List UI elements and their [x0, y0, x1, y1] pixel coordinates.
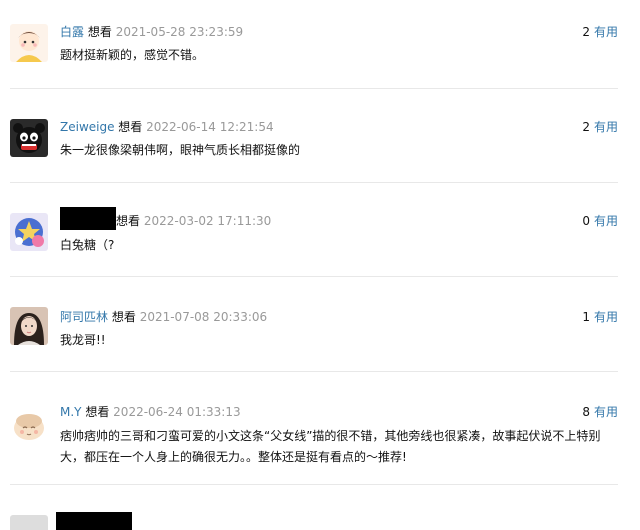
divider: [10, 484, 618, 485]
comment-time: 2022-03-02 17:11:30: [143, 214, 272, 228]
comment-meta: 阿司匹林 想看 2021-07-08 20:33:06: [60, 309, 267, 325]
useful-button[interactable]: 有用: [594, 214, 618, 228]
avatar[interactable]: [10, 213, 48, 251]
redacted-user-name: [60, 207, 116, 230]
comment-time: 2021-07-08 20:33:06: [139, 310, 268, 324]
useful-count: 2: [582, 120, 590, 134]
user-name[interactable]: 白露: [60, 25, 84, 39]
comment-text: 题材挺新颖的，感觉不错。: [60, 48, 205, 62]
vote-area: 0 有用: [582, 213, 618, 229]
comment-item: 想看 2022-03-02 17:11:30 0 有用 白兔糖（?: [0, 189, 640, 284]
vote-area: 2 有用: [582, 119, 618, 135]
useful-button[interactable]: 有用: [594, 310, 618, 324]
comment-item: 白露 想看 2021-05-28 23:23:59 2 有用 题材挺新颖的，感觉不…: [0, 0, 640, 95]
user-name[interactable]: 阿司匹林: [60, 310, 108, 324]
useful-count: 2: [582, 25, 590, 39]
comment-text: 朱一龙很像梁朝伟啊，眼神气质长相都挺像的: [60, 143, 301, 157]
useful-button[interactable]: 有用: [594, 120, 618, 134]
avatar[interactable]: [10, 307, 48, 345]
avatar[interactable]: [10, 515, 48, 530]
comment-item: Zeiweige 想看 2022-06-14 12:21:54 2 有用 朱一龙很…: [0, 95, 640, 190]
divider: [10, 371, 618, 372]
comment-meta: M.Y 想看 2022-06-24 01:33:13: [60, 404, 241, 420]
comment-meta: 白露 想看 2021-05-28 23:23:59: [60, 24, 243, 40]
comment-text: 白兔糖（?: [60, 238, 115, 252]
divider: [10, 276, 618, 277]
avatar[interactable]: [10, 407, 48, 445]
action-label: 想看: [118, 120, 143, 134]
comment-time: 2021-05-28 23:23:59: [115, 25, 244, 39]
comment-item: M.Y 想看 2022-06-24 01:33:13 8 有用 痞帅痞帅的三哥和刁…: [0, 379, 640, 489]
vote-area: 2 有用: [582, 24, 618, 40]
divider: [10, 88, 618, 89]
vote-area: 1 有用: [582, 309, 618, 325]
comment-text: 痞帅痞帅的三哥和刁蛮可爱的小文这条“父女线”描的很不错，其他旁线也很紧凑，故事起…: [60, 429, 601, 464]
comment-meta: Zeiweige 想看 2022-06-14 12:21:54: [60, 119, 274, 135]
useful-count: 8: [582, 405, 590, 419]
comment-item: 阿司匹林 想看 2021-07-08 20:33:06 1 有用 我龙哥!!: [0, 284, 640, 379]
avatar[interactable]: [10, 119, 48, 157]
comment-text: 我龙哥!!: [60, 333, 106, 347]
action-label: 想看: [111, 310, 136, 324]
comment-time: 2022-06-14 12:21:54: [146, 120, 274, 134]
useful-button[interactable]: 有用: [594, 405, 618, 419]
action-label: 想看: [116, 214, 141, 228]
comment-meta: 想看 2022-03-02 17:11:30: [60, 207, 272, 230]
useful-button[interactable]: 有用: [594, 25, 618, 39]
vote-area: 8 有用: [582, 404, 618, 420]
useful-count: 0: [582, 214, 590, 228]
redacted-user-name: [56, 512, 132, 530]
user-name[interactable]: M.Y: [60, 405, 82, 419]
user-name[interactable]: Zeiweige: [60, 120, 114, 134]
comment-time: 2022-06-24 01:33:13: [113, 405, 241, 419]
avatar[interactable]: [10, 24, 48, 62]
divider: [10, 182, 618, 183]
useful-count: 1: [582, 310, 590, 324]
action-label: 想看: [87, 25, 112, 39]
comment-item-partial: [0, 489, 640, 530]
action-label: 想看: [85, 405, 110, 419]
